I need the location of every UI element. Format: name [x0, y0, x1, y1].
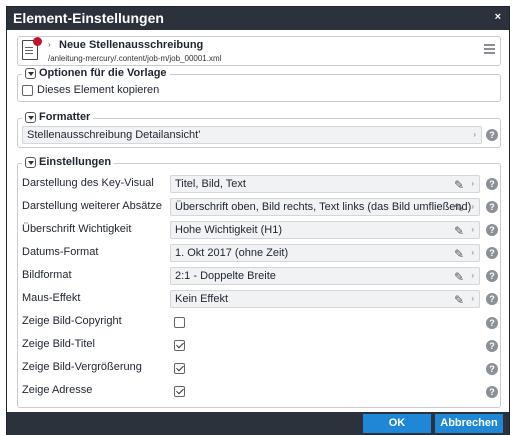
copy-element-label: Dieses Element kopieren	[37, 84, 160, 96]
options-legend-label: Optionen für die Vorlage	[39, 67, 167, 79]
copy-element-checkbox[interactable]	[22, 84, 33, 96]
setting-label: Darstellung des Key-Visual	[22, 177, 154, 189]
pencil-icon[interactable]: ✎	[454, 201, 464, 215]
setting-value: Kein Effekt	[175, 293, 228, 305]
setting-checkbox[interactable]	[174, 340, 185, 351]
setting-value: Überschrift oben, Bild rechts, Text link…	[175, 201, 472, 213]
collapse-toggle-icon[interactable]	[25, 156, 36, 168]
setting-label: Darstellung weiterer Absätze	[22, 200, 163, 212]
check-label: Zeige Bild-Vergrößerung	[22, 361, 142, 373]
help-icon[interactable]: ?	[486, 247, 498, 259]
status-dot-icon	[33, 37, 42, 46]
dialog-titlebar[interactable]: Element-Einstellungen ×	[7, 7, 509, 30]
chevron-right-icon[interactable]: ›	[471, 202, 474, 211]
settings-fieldset: Einstellungen Darstellung des Key-Visual…	[17, 156, 501, 408]
settings-legend[interactable]: Einstellungen	[22, 156, 115, 168]
element-settings-dialog: Element-Einstellungen × › Neue Stellenau…	[6, 6, 510, 435]
help-icon[interactable]: ?	[486, 363, 498, 375]
setting-checkbox[interactable]	[174, 363, 185, 374]
collapse-toggle-icon[interactable]	[25, 67, 36, 79]
setting-value: Hohe Wichtigkeit (H1)	[175, 224, 282, 236]
chevron-right-icon[interactable]: ›	[473, 130, 476, 139]
hamburger-menu-icon[interactable]	[484, 44, 495, 55]
options-legend[interactable]: Optionen für die Vorlage	[22, 67, 170, 79]
setting-checkbox[interactable]	[174, 317, 185, 328]
check-label: Zeige Bild-Titel	[22, 338, 95, 350]
formatter-legend[interactable]: Formatter	[22, 111, 94, 123]
setting-select[interactable]: 1. Okt 2017 (ohne Zeit) ✎ ›	[170, 244, 480, 262]
formatter-legend-label: Formatter	[39, 111, 91, 123]
setting-select[interactable]: 2:1 - Doppelte Breite ✎ ›	[170, 267, 480, 285]
chevron-right-icon[interactable]: ›	[471, 271, 474, 280]
pencil-icon[interactable]: ✎	[454, 224, 464, 238]
setting-value: 1. Okt 2017 (ohne Zeit)	[175, 247, 289, 259]
help-icon[interactable]: ?	[486, 386, 498, 398]
resource-title: Neue Stellenausschreibung	[59, 39, 204, 51]
setting-label: Maus-Effekt	[22, 292, 81, 304]
setting-select[interactable]: Titel, Bild, Text ✎ ›	[170, 175, 480, 193]
pencil-icon[interactable]: ✎	[454, 293, 464, 307]
resource-path: /anleitung-mercury/.content/job-m/job_00…	[48, 54, 222, 63]
help-icon[interactable]: ?	[486, 293, 498, 305]
setting-select[interactable]: Kein Effekt ✎ ›	[170, 290, 480, 308]
chevron-right-icon[interactable]: ›	[471, 248, 474, 257]
chevron-right-icon[interactable]: ›	[471, 294, 474, 303]
help-icon[interactable]: ?	[486, 270, 498, 282]
check-label: Zeige Adresse	[22, 384, 93, 396]
resource-box: › Neue Stellenausschreibung /anleitung-m…	[17, 36, 501, 66]
expand-arrow-icon[interactable]: ›	[48, 40, 51, 49]
formatter-select[interactable]: Stellenausschreibung Detailansicht' ›	[22, 126, 482, 144]
formatter-value: Stellenausschreibung Detailansicht'	[27, 129, 201, 141]
help-icon[interactable]: ?	[486, 129, 498, 141]
setting-checkbox[interactable]	[174, 386, 185, 397]
dialog-content: › Neue Stellenausschreibung /anleitung-m…	[7, 30, 509, 412]
dialog-title: Element-Einstellungen	[13, 10, 164, 26]
help-icon[interactable]: ?	[486, 224, 498, 236]
chevron-right-icon[interactable]: ›	[471, 179, 474, 188]
setting-label: Datums-Format	[22, 246, 99, 258]
check-label: Zeige Bild-Copyright	[22, 315, 122, 327]
setting-select[interactable]: Hohe Wichtigkeit (H1) ✎ ›	[170, 221, 480, 239]
help-icon[interactable]: ?	[486, 317, 498, 329]
ok-button[interactable]: OK	[363, 414, 431, 433]
setting-select[interactable]: Überschrift oben, Bild rechts, Text link…	[170, 198, 480, 216]
copy-element-option[interactable]: Dieses Element kopieren	[22, 84, 159, 96]
options-fieldset: Optionen für die Vorlage Dieses Element …	[17, 67, 501, 102]
setting-value: Titel, Bild, Text	[175, 178, 246, 190]
setting-label: Bildformat	[22, 269, 72, 281]
formatter-fieldset: Formatter Stellenausschreibung Detailans…	[17, 111, 501, 148]
chevron-right-icon[interactable]: ›	[471, 225, 474, 234]
dialog-footer: OK Abbrechen	[7, 412, 509, 435]
collapse-toggle-icon[interactable]	[25, 111, 36, 123]
help-icon[interactable]: ?	[486, 340, 498, 352]
help-icon[interactable]: ?	[486, 178, 498, 190]
settings-legend-label: Einstellungen	[39, 156, 112, 168]
pencil-icon[interactable]: ✎	[454, 270, 464, 284]
setting-label: Überschrift Wichtigkeit	[22, 223, 132, 235]
close-icon[interactable]: ×	[495, 11, 501, 23]
setting-value: 2:1 - Doppelte Breite	[175, 270, 276, 282]
pencil-icon[interactable]: ✎	[454, 178, 464, 192]
pencil-icon[interactable]: ✎	[454, 247, 464, 261]
help-icon[interactable]: ?	[486, 201, 498, 213]
cancel-button[interactable]: Abbrechen	[435, 414, 503, 433]
